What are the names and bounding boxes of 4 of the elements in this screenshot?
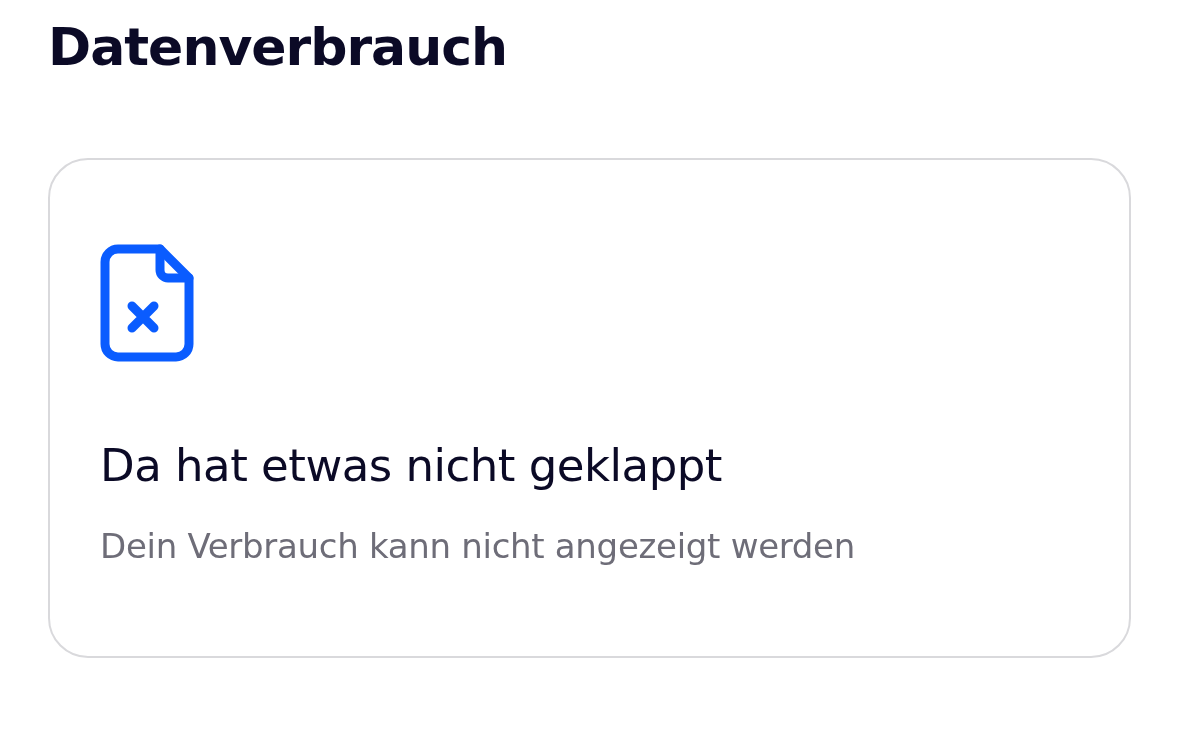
file-error-icon: [100, 244, 194, 362]
error-message: Dein Verbrauch kann nicht angezeigt werden: [100, 525, 855, 568]
page-title: Datenverbrauch: [48, 16, 509, 79]
error-heading: Da hat etwas nicht geklappt: [100, 438, 722, 494]
